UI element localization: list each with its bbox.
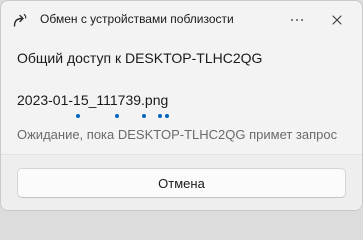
window-title: Обмен с устройствами поблизости bbox=[40, 12, 234, 26]
progress-dot bbox=[76, 114, 80, 118]
more-options-button[interactable] bbox=[283, 7, 311, 33]
file-name: 2023-01-15_111739.png bbox=[17, 92, 169, 108]
cancel-button[interactable]: Отмена bbox=[17, 168, 346, 198]
more-options-icon bbox=[290, 18, 304, 22]
share-icon bbox=[12, 12, 28, 28]
progress-dot bbox=[115, 114, 119, 118]
nearby-share-dialog: Обмен с устройствами поблизости Общий до… bbox=[0, 0, 363, 211]
transfer-status: Ожидание, пока DESKTOP-TLHC2QG примет за… bbox=[17, 127, 338, 142]
close-icon bbox=[332, 15, 342, 25]
progress-dot bbox=[165, 114, 169, 118]
progress-dot bbox=[142, 114, 146, 118]
close-button[interactable] bbox=[323, 7, 351, 33]
progress-dot bbox=[158, 114, 162, 118]
share-target-heading: Общий доступ к DESKTOP-TLHC2QG bbox=[17, 50, 263, 66]
indeterminate-progress-bar bbox=[17, 113, 347, 119]
dialog-footer: Отмена bbox=[1, 154, 362, 210]
title-bar: Обмен с устройствами поблизости bbox=[1, 1, 362, 39]
